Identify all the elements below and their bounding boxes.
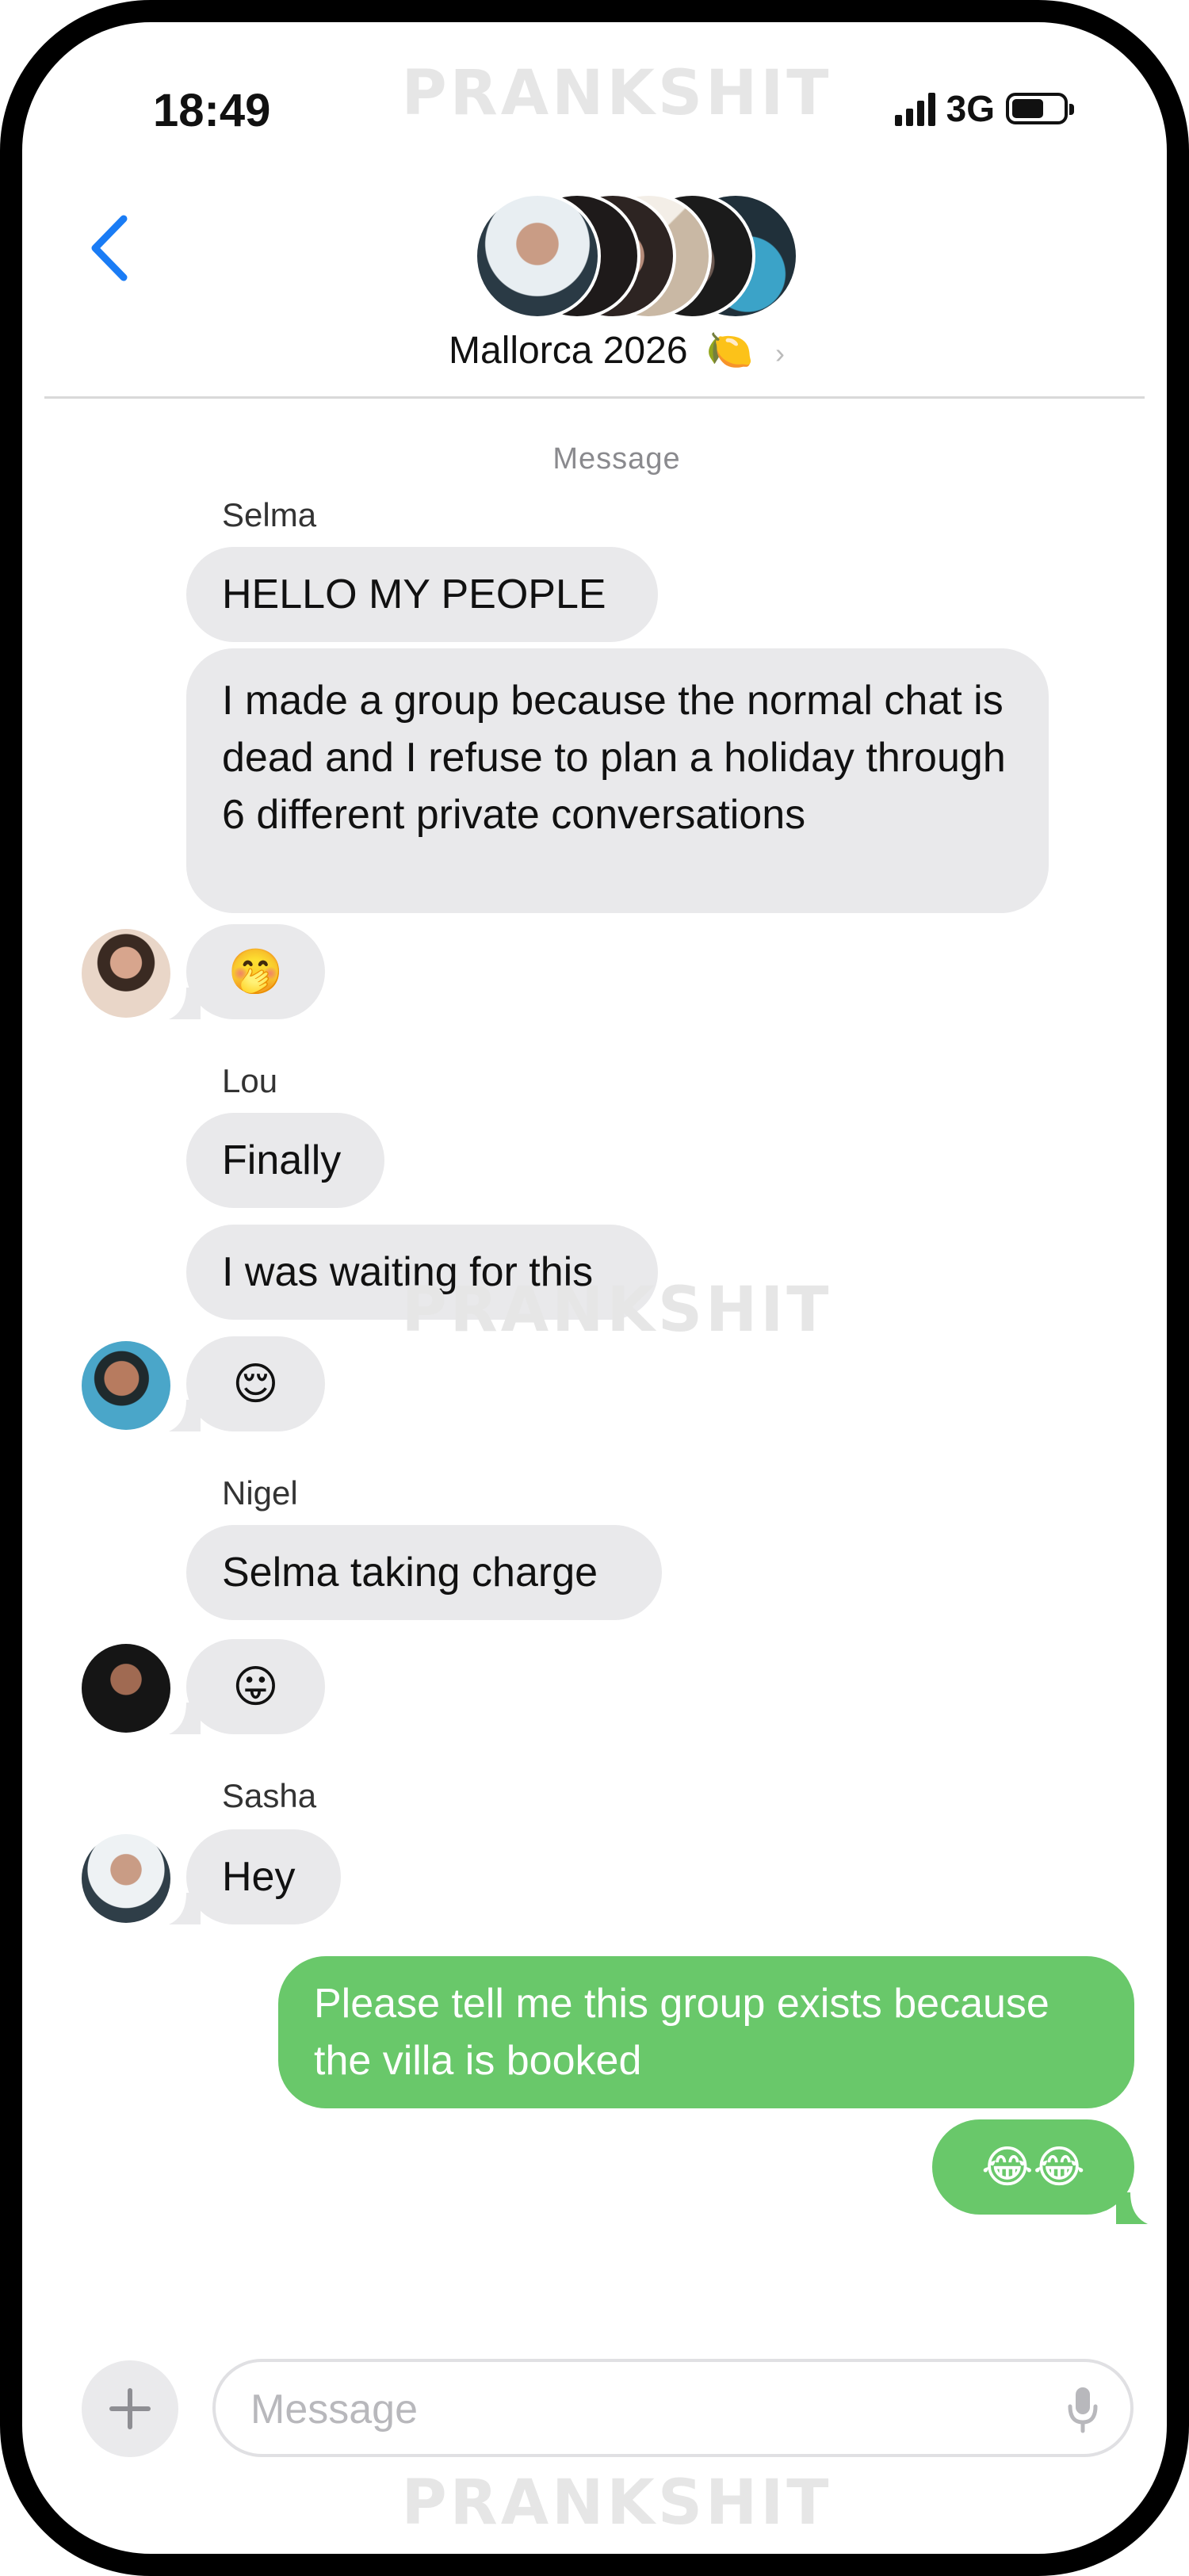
group-name[interactable]: Mallorca 2026 🍋 › <box>22 327 1167 373</box>
group-avatar-stack[interactable] <box>474 193 799 319</box>
sender-name: Lou <box>222 1062 278 1099</box>
message-bubble[interactable]: Finally <box>186 1113 384 1208</box>
thread-meta-label: Message <box>552 442 681 476</box>
watermark-bottom: PRANKSHIT <box>401 2467 832 2539</box>
status-indicators: 3G <box>894 87 1074 130</box>
header-divider <box>44 396 1145 399</box>
message-bubble[interactable]: 😌 <box>186 1336 325 1431</box>
group-member-avatar <box>474 193 601 319</box>
message-bubble[interactable]: HELLO MY PEOPLE <box>186 547 658 642</box>
avatar-sasha <box>82 1834 170 1923</box>
group-name-text: Mallorca 2026 <box>449 330 688 372</box>
message-input[interactable]: Message <box>212 2359 1134 2457</box>
sender-name: Nigel <box>222 1474 298 1512</box>
message-bubble[interactable]: 🤭 <box>186 924 325 1019</box>
message-input-placeholder: Message <box>250 2387 418 2433</box>
status-time: 18:49 <box>153 85 271 136</box>
avatar-nigel <box>82 1644 170 1733</box>
sender-name: Selma <box>222 496 317 533</box>
chevron-left-icon[interactable] <box>86 212 133 284</box>
avatar-selma <box>82 929 170 1018</box>
avatar-lou <box>82 1341 170 1430</box>
signal-icon <box>894 91 935 126</box>
microphone-icon[interactable] <box>1067 2386 1099 2433</box>
message-bubble[interactable]: Hey <box>186 1829 341 1924</box>
chevron-right-icon: › <box>774 337 785 369</box>
message-bubble[interactable]: I made a group because the normal chat i… <box>186 648 1049 913</box>
plus-icon[interactable] <box>82 2360 178 2457</box>
phone-frame: PRANKSHIT PRANKSHIT PRANKSHIT 18:49 3G M… <box>0 0 1189 2576</box>
network-type: 3G <box>946 88 995 129</box>
message-bubble[interactable]: Selma taking charge <box>186 1525 662 1620</box>
message-bubble[interactable]: 😛 <box>186 1639 325 1734</box>
message-bubble[interactable]: I was waiting for this <box>186 1225 658 1320</box>
outgoing-message-bubble[interactable]: 😂😂 <box>932 2119 1134 2215</box>
sender-name: Sasha <box>222 1777 317 1814</box>
battery-icon <box>1006 93 1074 124</box>
lemon-icon: 🍋 <box>705 330 754 372</box>
outgoing-message-bubble[interactable]: Please tell me this group exists because… <box>278 1956 1134 2108</box>
